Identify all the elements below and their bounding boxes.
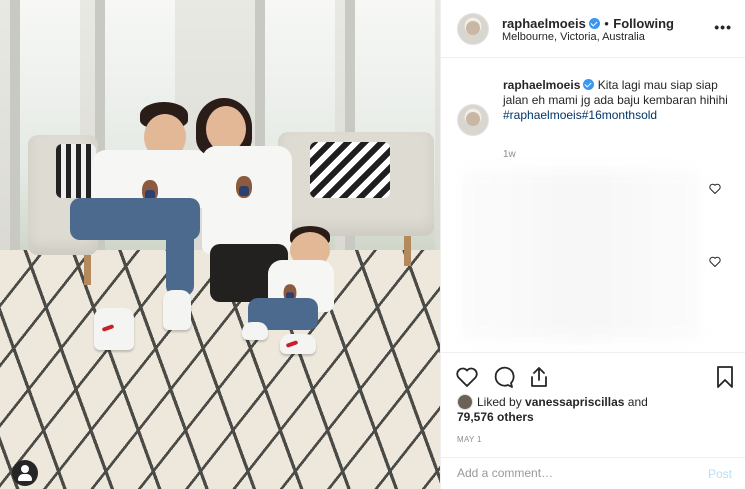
share-icon[interactable] bbox=[527, 365, 551, 389]
author-username[interactable]: raphaelmoeis bbox=[502, 16, 586, 31]
post-sidebar: raphaelmoeis • Following Melbourne, Vict… bbox=[440, 0, 745, 489]
likes-summary: Liked by vanessapriscillas and 79,576 ot… bbox=[457, 394, 648, 425]
liker-avatar[interactable] bbox=[457, 394, 473, 410]
post-header: raphaelmoeis • Following Melbourne, Vict… bbox=[441, 0, 745, 58]
caption-age[interactable]: 1w bbox=[503, 149, 516, 160]
pillow-left bbox=[56, 144, 96, 198]
sneaker bbox=[94, 308, 134, 350]
add-comment-bar: Post bbox=[441, 457, 745, 489]
man-jeans-leg bbox=[166, 220, 194, 296]
author-avatar[interactable] bbox=[457, 13, 489, 45]
following-button[interactable]: Following bbox=[613, 16, 674, 31]
bookmark-icon[interactable] bbox=[713, 365, 737, 389]
separator-dot: • bbox=[604, 16, 609, 31]
caption: raphaelmoeis Kita lagi mau siap siap jal… bbox=[503, 78, 733, 123]
pillow-right bbox=[310, 142, 390, 198]
likes-count[interactable]: 79,576 others bbox=[457, 410, 534, 424]
sneaker bbox=[163, 290, 191, 330]
user-profile-icon[interactable] bbox=[12, 460, 38, 486]
comment-like-heart-icon[interactable] bbox=[709, 183, 721, 194]
post-button[interactable]: Post bbox=[708, 467, 732, 481]
chair-leg bbox=[404, 236, 411, 266]
liker-username[interactable]: vanessapriscillas bbox=[525, 395, 624, 409]
likes-prefix: Liked by bbox=[477, 395, 522, 409]
verified-badge-icon bbox=[583, 79, 595, 90]
hidden-comments bbox=[461, 170, 701, 340]
chair-leg bbox=[84, 255, 91, 285]
comment-icon[interactable] bbox=[491, 365, 515, 389]
woman-shirt bbox=[202, 146, 292, 254]
comment-input[interactable] bbox=[457, 466, 677, 480]
baby-sneaker bbox=[242, 322, 268, 340]
post-location[interactable]: Melbourne, Victoria, Australia bbox=[502, 31, 645, 43]
verified-badge-icon bbox=[588, 18, 600, 29]
more-options-icon[interactable]: ••• bbox=[714, 19, 732, 35]
heart-icon[interactable] bbox=[455, 365, 479, 389]
caption-avatar[interactable] bbox=[457, 104, 489, 136]
likes-suffix: and bbox=[627, 395, 648, 409]
post-actions: Liked by vanessapriscillas and 79,576 ot… bbox=[441, 352, 745, 489]
bear-print bbox=[236, 176, 252, 198]
caption-username[interactable]: raphaelmoeis bbox=[503, 78, 580, 92]
caption-hashtags[interactable]: #raphaelmoeis#16monthsold bbox=[503, 108, 657, 122]
post-photo[interactable] bbox=[0, 0, 440, 489]
post-date[interactable]: MAY 1 bbox=[457, 435, 482, 444]
comment-like-heart-icon[interactable] bbox=[709, 256, 721, 267]
